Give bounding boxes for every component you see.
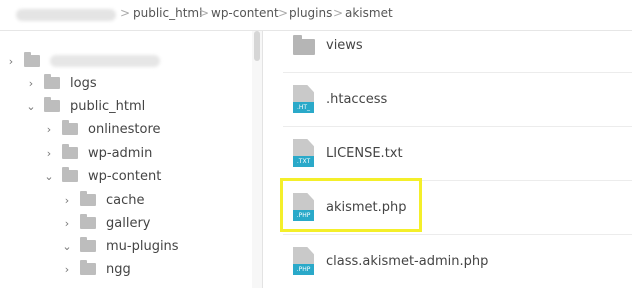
folder-icon <box>44 97 60 112</box>
breadcrumb-root-redacted[interactable] <box>16 9 116 21</box>
tree-item-gallery[interactable]: › gallery <box>62 212 150 234</box>
tree-item-label: onlinestore <box>88 121 161 137</box>
folder-tree: › › logs ⌄ public_html › onlinestore › w… <box>0 31 262 288</box>
file-name: LICENSE.txt <box>326 146 403 161</box>
tree-item-public-html[interactable]: ⌄ public_html <box>26 95 145 117</box>
breadcrumb-plugins[interactable]: plugins <box>289 6 332 20</box>
tree-item-logs[interactable]: › logs <box>26 72 97 94</box>
file-row-class-akismet-admin[interactable]: .PHP class.akismet-admin.php <box>263 235 632 289</box>
tree-item-label: logs <box>70 75 97 91</box>
breadcrumb-wp-content[interactable]: wp-content <box>211 6 279 20</box>
file-row-views[interactable]: views <box>263 19 632 73</box>
folder-icon <box>80 191 96 206</box>
file-name: views <box>326 38 363 53</box>
breadcrumb-public-html[interactable]: public_html <box>133 6 202 20</box>
tree-item-onlinestore[interactable]: › onlinestore <box>44 118 161 140</box>
tree-item-root-label-redacted <box>50 55 160 67</box>
breadcrumb-separator: > <box>333 6 344 20</box>
tree-item-wp-content[interactable]: ⌄ wp-content <box>44 165 161 187</box>
chevron-right-icon[interactable]: › <box>62 189 72 211</box>
tree-item-label: public_html <box>70 98 146 114</box>
tree-item-cache[interactable]: › cache <box>62 189 145 211</box>
folder-icon <box>62 144 78 159</box>
chevron-right-icon[interactable]: › <box>26 72 36 94</box>
breadcrumb-separator: > <box>120 6 131 20</box>
tree-item-label: mu-plugins <box>106 238 179 254</box>
file-type-tag: .TXT <box>293 156 314 167</box>
tree-item-label: cache <box>106 192 145 208</box>
tree-item-label: ngg <box>106 261 131 277</box>
folder-icon <box>44 74 60 89</box>
chevron-right-icon[interactable]: › <box>62 212 72 234</box>
breadcrumb-separator: > <box>199 6 210 20</box>
folder-icon <box>62 120 78 135</box>
tree-item-ngg[interactable]: › ngg <box>62 258 131 280</box>
file-list: views .HT_ .htaccess .TXT LICENSE.txt .P… <box>263 31 632 288</box>
folder-icon <box>80 260 96 275</box>
chevron-right-icon[interactable]: › <box>6 50 16 72</box>
chevron-right-icon[interactable]: › <box>44 142 54 164</box>
folder-icon <box>80 237 96 252</box>
chevron-right-icon[interactable]: › <box>44 118 54 140</box>
breadcrumb-akismet[interactable]: akismet <box>345 6 393 20</box>
highlight-box <box>280 178 422 232</box>
tree-item-wp-admin[interactable]: › wp-admin <box>44 142 152 164</box>
folder-icon <box>24 52 40 67</box>
tree-item-label: wp-admin <box>88 145 153 161</box>
tree-item-label: wp-content <box>88 168 162 184</box>
folder-icon <box>80 214 96 229</box>
tree-item-root[interactable]: › <box>6 50 160 72</box>
chevron-right-icon[interactable]: › <box>62 258 72 280</box>
file-type-tag: .HT_ <box>293 102 314 113</box>
chevron-down-icon[interactable]: ⌄ <box>26 95 36 117</box>
file-name: .htaccess <box>326 92 388 107</box>
file-row-license[interactable]: .TXT LICENSE.txt <box>263 127 632 181</box>
sidebar-scrollbar[interactable] <box>252 31 262 288</box>
file-name: class.akismet-admin.php <box>326 254 489 269</box>
tree-item-label: gallery <box>106 215 151 231</box>
folder-icon <box>293 35 315 55</box>
chevron-down-icon[interactable]: ⌄ <box>62 235 72 257</box>
sidebar-scrollbar-thumb[interactable] <box>254 31 260 61</box>
folder-icon <box>62 167 78 182</box>
file-type-tag: .PHP <box>293 264 314 275</box>
breadcrumb-separator: > <box>278 6 289 20</box>
file-row-htaccess[interactable]: .HT_ .htaccess <box>263 73 632 127</box>
tree-item-mu-plugins[interactable]: ⌄ mu-plugins <box>62 235 179 257</box>
chevron-down-icon[interactable]: ⌄ <box>44 165 54 187</box>
